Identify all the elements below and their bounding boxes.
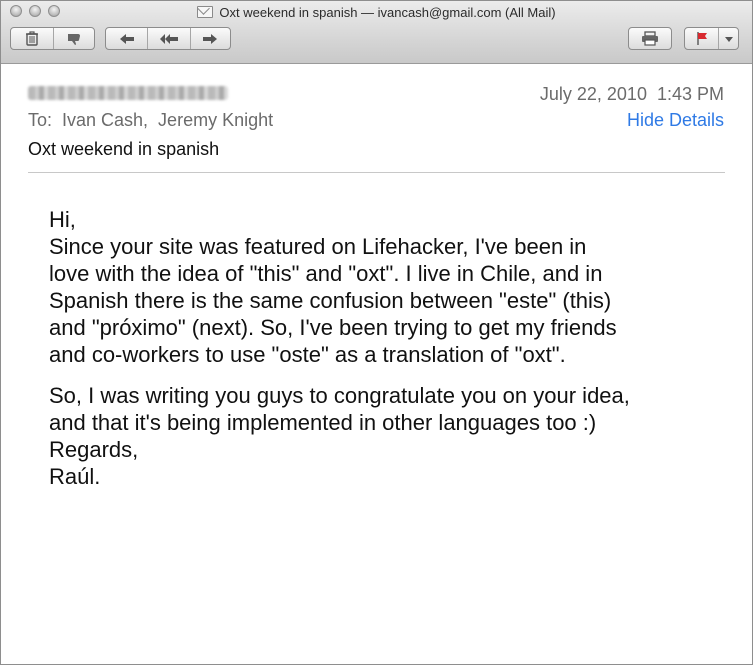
delete-junk-group (10, 27, 95, 50)
body-paragraph-2: So, I was writing you guys to congratula… (49, 382, 739, 490)
junk-button[interactable] (52, 28, 95, 49)
envelope-icon (197, 6, 214, 18)
sender-redacted (28, 86, 228, 100)
delete-button[interactable] (11, 28, 53, 49)
forward-arrow-icon (203, 33, 218, 44)
window-title: Oxt weekend in spanish — ivancash@gmail.… (1, 5, 752, 21)
hide-details-link[interactable]: Hide Details (627, 110, 724, 131)
recipients: To: Ivan Cash, Jeremy Knight (28, 110, 274, 130)
chevron-down-icon (724, 36, 733, 42)
flag-icon (696, 32, 707, 45)
reply-all-icon (159, 33, 178, 44)
body-line: So, I was writing you guys to congratula… (49, 383, 630, 408)
reply-button[interactable] (106, 28, 147, 49)
body-line: and that it's being implemented in other… (49, 410, 597, 435)
body-line: Raúl. (49, 464, 101, 489)
reply-all-button[interactable] (147, 28, 189, 49)
message-subject: Oxt weekend in spanish (28, 139, 220, 159)
body-line: Spanish there is the same confusion betw… (49, 288, 612, 313)
message-body: Hi, Since your site was featured on Life… (49, 206, 739, 504)
body-line: and "próximo" (next). So, I've been tryi… (49, 315, 617, 340)
title-bar: Oxt weekend in spanish — ivancash@gmail.… (1, 1, 752, 64)
thumbs-down-icon (67, 33, 80, 45)
print-button[interactable] (628, 27, 672, 50)
trash-icon (25, 31, 38, 46)
body-line: Since your site was featured on Lifehack… (49, 234, 587, 259)
flag-segment[interactable] (685, 28, 718, 49)
window-title-text: Oxt weekend in spanish — ivancash@gmail.… (219, 5, 556, 20)
body-line: Regards, (49, 437, 139, 462)
mail-window: Oxt weekend in spanish — ivancash@gmail.… (0, 0, 753, 665)
reply-group (105, 27, 231, 50)
body-line: and co-workers to use "oste" as a transl… (49, 342, 566, 367)
flag-button[interactable] (684, 27, 739, 50)
message-header: July 22, 2010 1:43 PM To: Ivan Cash, Jer… (1, 64, 752, 174)
message-date: July 22, 2010 1:43 PM (539, 84, 724, 104)
flag-menu-toggle[interactable] (718, 28, 738, 49)
header-divider (28, 172, 725, 173)
body-line: love with the idea of "this" and "oxt". … (49, 261, 603, 286)
body-paragraph-1: Hi, Since your site was featured on Life… (49, 206, 739, 368)
body-line: Hi, (49, 207, 76, 232)
printer-icon (642, 31, 658, 46)
forward-button[interactable] (189, 28, 230, 49)
reply-arrow-icon (119, 33, 134, 44)
